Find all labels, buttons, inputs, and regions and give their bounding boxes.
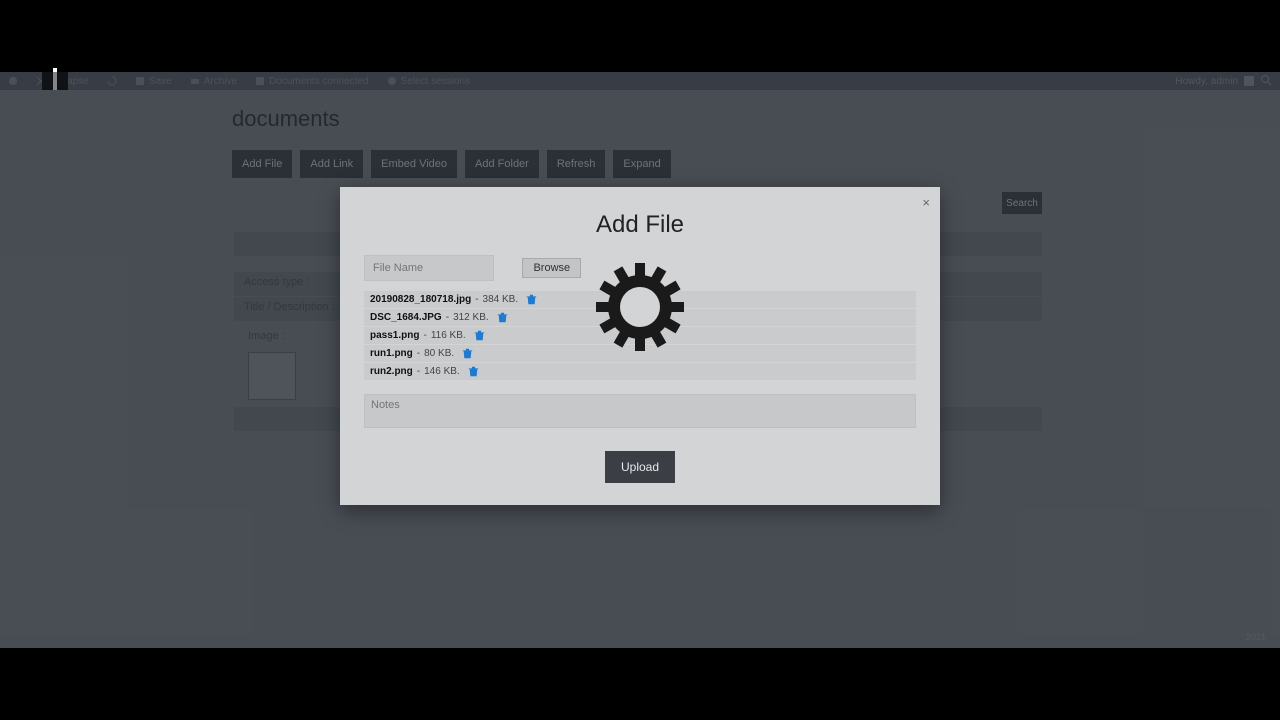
file-row-size: 312 KB. — [453, 312, 489, 323]
file-row-sep: - — [423, 330, 426, 341]
trash-icon[interactable] — [497, 312, 508, 323]
trash-icon[interactable] — [526, 294, 537, 305]
file-row-name: run2.png — [370, 366, 413, 377]
file-row-sep: - — [475, 294, 478, 305]
upload-button[interactable]: Upload — [605, 451, 675, 483]
file-row-sep: - — [417, 366, 420, 377]
file-row-name: DSC_1684.JPG — [370, 312, 442, 323]
close-icon[interactable]: × — [922, 195, 930, 210]
file-name-input[interactable] — [364, 255, 494, 281]
corner-watermark: 2021 — [1246, 632, 1266, 642]
trash-icon[interactable] — [468, 366, 479, 377]
trash-icon[interactable] — [474, 330, 485, 341]
browse-button[interactable]: Browse — [522, 258, 581, 278]
file-row: run2.png - 146 KB. — [364, 363, 916, 380]
app-area: Collapse Save Archive Documents connecte… — [0, 72, 1280, 648]
modal-title: Add File — [340, 187, 940, 255]
loading-gear-icon — [590, 257, 690, 357]
file-row-sep: - — [446, 312, 449, 323]
trash-icon[interactable] — [462, 348, 473, 359]
file-row-name: pass1.png — [370, 330, 419, 341]
file-row-size: 116 KB. — [431, 330, 466, 341]
file-row-sep: - — [417, 348, 420, 359]
add-file-modal: × Add File Browse — [340, 187, 940, 505]
letterbox-top — [0, 0, 1280, 72]
file-row-size: 146 KB. — [424, 366, 460, 377]
file-row-size: 80 KB. — [424, 348, 454, 359]
file-row-name: 20190828_180718.jpg — [370, 294, 471, 305]
file-row-size: 384 KB. — [483, 294, 519, 305]
file-row-name: run1.png — [370, 348, 413, 359]
notes-textarea[interactable] — [364, 394, 916, 428]
letterbox-bottom — [0, 648, 1280, 720]
